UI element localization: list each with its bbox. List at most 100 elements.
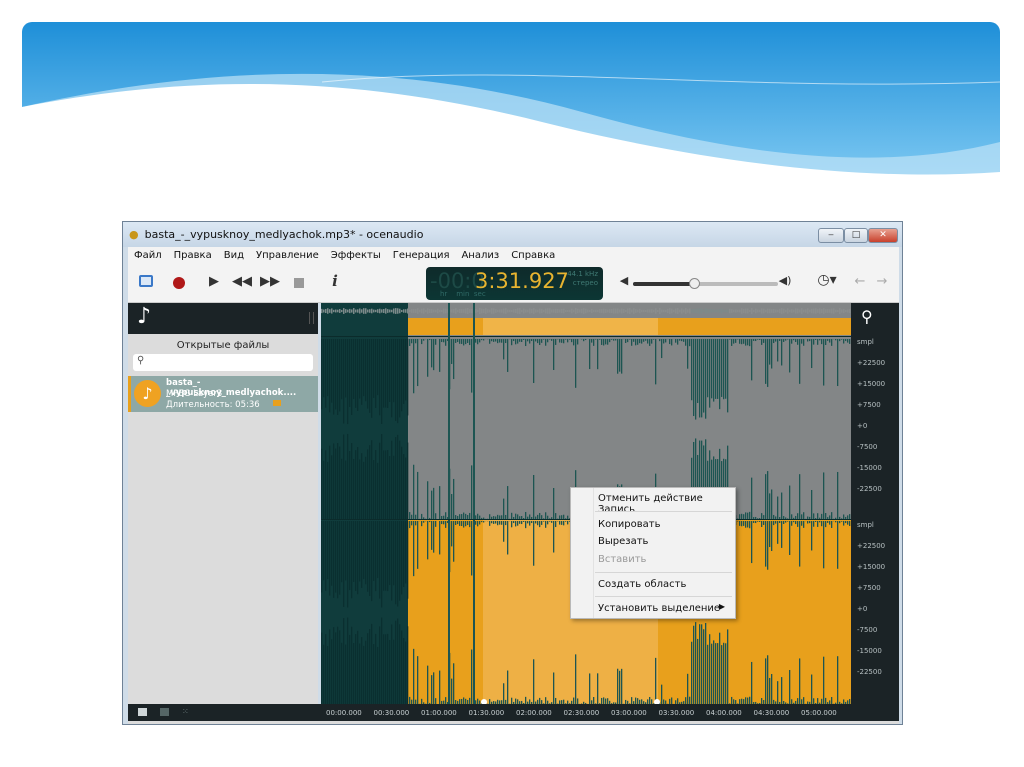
minimize-button[interactable]: ‒ xyxy=(818,228,844,243)
wave-sample xyxy=(407,339,409,416)
overview-sample xyxy=(579,309,581,313)
menu-view[interactable]: Вид xyxy=(224,250,244,261)
overview-sample xyxy=(621,308,623,314)
stop-button[interactable] xyxy=(294,278,304,288)
wave-sample xyxy=(811,521,813,551)
menu-generate[interactable]: Генерация xyxy=(393,250,450,261)
wave-sample xyxy=(723,339,725,400)
overview-sample xyxy=(639,308,641,314)
wave-sample xyxy=(653,339,655,340)
view-single-icon[interactable] xyxy=(160,708,169,716)
wave-sample xyxy=(783,339,785,342)
volume-mute-icon[interactable]: ◀ xyxy=(615,274,633,287)
overview-sample xyxy=(347,309,349,313)
wave-sample xyxy=(559,339,561,343)
wave-sample xyxy=(785,521,787,523)
view-list-icon[interactable] xyxy=(138,708,147,716)
wave-sample xyxy=(397,521,399,607)
record-button[interactable] xyxy=(173,277,185,289)
history-clock-icon[interactable]: ◷▾ xyxy=(814,272,840,288)
wave-sample xyxy=(341,521,343,583)
overview-sample xyxy=(395,308,397,314)
overview-sample xyxy=(693,308,695,314)
overview-sample xyxy=(609,309,611,313)
folder-icon[interactable] xyxy=(273,400,281,406)
back-arrow-icon[interactable]: ← xyxy=(851,274,869,289)
overview-sample xyxy=(467,308,469,314)
wave-sample xyxy=(439,339,441,372)
menu-help[interactable]: Справка xyxy=(511,250,555,261)
overview-divider xyxy=(321,336,851,337)
menu-file[interactable]: Файл xyxy=(134,250,162,261)
sidebar-resize-handle[interactable] xyxy=(309,312,314,324)
overview-sample xyxy=(547,308,549,314)
menu-item-create-region[interactable]: Создать область xyxy=(598,579,686,590)
file-list-item[interactable]: ♪ basta_-_vypusknoy_medlyachok.... MPEG … xyxy=(128,376,318,412)
wave-sample xyxy=(515,339,517,345)
wave-sample xyxy=(641,339,643,344)
menu-item-set-selection[interactable]: Установить выделение xyxy=(598,603,720,614)
sidebar-title: Открытые файлы xyxy=(176,340,270,351)
menu-edit[interactable]: Правка xyxy=(174,250,212,261)
wave-sample xyxy=(507,521,509,555)
wave-sample xyxy=(525,521,527,529)
rewind-icon[interactable]: ◀◀ xyxy=(232,274,252,289)
wave-sample xyxy=(645,339,647,341)
fast-forward-icon[interactable]: ▶▶ xyxy=(260,274,280,289)
wave-sample xyxy=(323,339,325,398)
forward-arrow-icon[interactable]: → xyxy=(873,274,891,289)
overview-sample xyxy=(625,309,627,313)
wave-sample xyxy=(505,339,507,344)
wave-sample xyxy=(415,339,417,344)
wave-sample xyxy=(705,339,707,419)
ruler-label: +15000 xyxy=(857,380,886,388)
wave-sample xyxy=(341,339,343,400)
wave-sample xyxy=(423,521,425,523)
sidebar-toggle-icon[interactable] xyxy=(139,275,153,287)
overview-sample xyxy=(623,309,625,313)
menu-analysis[interactable]: Анализ xyxy=(461,250,499,261)
overview-sample xyxy=(371,308,373,314)
overview-sample xyxy=(587,309,589,313)
wave-sample xyxy=(665,339,667,343)
wave-sample xyxy=(567,521,569,525)
wave-sample xyxy=(743,339,745,344)
menu-item-cut[interactable]: Вырезать xyxy=(598,536,648,547)
volume-slider[interactable] xyxy=(633,278,778,289)
overview-sample xyxy=(603,308,605,314)
menu-control[interactable]: Управление xyxy=(256,250,319,261)
menu-item-copy[interactable]: Копировать xyxy=(598,519,660,530)
overview-sample xyxy=(413,309,415,313)
wave-sample xyxy=(679,339,681,341)
menu-effects[interactable]: Эффекты xyxy=(331,250,381,261)
overview-sample xyxy=(327,308,329,314)
view-grid-icon[interactable]: ⁙ xyxy=(182,707,189,716)
wave-sample xyxy=(825,521,827,528)
wave-sample xyxy=(713,339,715,402)
toolbar: ▶ ◀◀ ▶▶ i -00:0 3:31.927 hr min sec 44.1… xyxy=(128,264,899,303)
overview-sample xyxy=(689,308,691,314)
wave-sample xyxy=(795,339,797,343)
overview-sample xyxy=(679,309,681,313)
overview-sample xyxy=(391,309,393,313)
overview-sample xyxy=(461,309,463,313)
overview-sample xyxy=(773,308,775,314)
info-button[interactable]: i xyxy=(326,272,344,290)
wave-sample xyxy=(361,521,363,588)
play-icon[interactable]: ▶ xyxy=(205,274,223,289)
wave-sample xyxy=(525,339,527,347)
overview-sample xyxy=(789,309,791,313)
wave-sample xyxy=(565,339,567,340)
overview-sample xyxy=(837,309,839,313)
wave-sample xyxy=(807,521,809,524)
maximize-button[interactable]: □ xyxy=(844,228,868,243)
wave-sample xyxy=(377,339,379,396)
wave-sample xyxy=(819,339,821,341)
wave-sample xyxy=(331,521,333,586)
wave-sample xyxy=(503,339,505,360)
zoom-search-icon[interactable]: ⚲ xyxy=(861,307,873,326)
wave-sample xyxy=(621,339,623,374)
close-button[interactable]: ✕ xyxy=(868,228,898,243)
volume-max-icon[interactable]: ◀) xyxy=(776,274,794,287)
file-search-input[interactable]: ⚲ xyxy=(133,354,313,371)
